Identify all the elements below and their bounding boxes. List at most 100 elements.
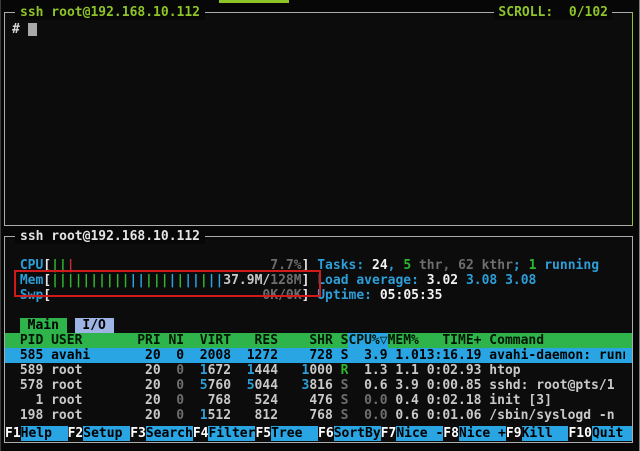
fkey-label: Help [21, 426, 68, 441]
fkey-f9-kill[interactable]: F9Kill [506, 426, 569, 441]
column-header-pid[interactable]: PID [12, 333, 43, 348]
text-segment: sshd: root@pts/1 [489, 378, 614, 393]
column-header-user[interactable]: USER [43, 333, 137, 348]
column-header-time[interactable]: TIME+ [419, 333, 482, 348]
text-segment: 0.6 [395, 408, 418, 423]
fkey-f10-quit[interactable]: F10Quit [568, 426, 632, 441]
tasks-line: Tasks: 24, 5 thr, 62 kthr; 1 running [317, 258, 599, 273]
text-segment: 0.6 [364, 378, 387, 393]
cell-ni: 0 [161, 363, 184, 378]
tab-io[interactable]: I/O [75, 318, 114, 333]
fkey-label: Setup [83, 426, 130, 441]
shell-prompt: # [12, 22, 20, 37]
tab-main[interactable]: Main [20, 318, 67, 333]
fkey-f1-help[interactable]: F1Help [5, 426, 68, 441]
fkey-number: F6 [318, 426, 334, 441]
fkey-f4-filter[interactable]: F4Filter [193, 426, 256, 441]
cell-ni: 0 [161, 408, 184, 423]
text-segment: 812 [255, 408, 278, 423]
text-segment: 589 [20, 363, 43, 378]
column-header-pri[interactable]: PRI [137, 333, 160, 348]
cell-shr: 3816 [278, 378, 333, 393]
text-segment: 3.02 [427, 273, 466, 288]
cell-user: root [43, 378, 137, 393]
text-segment: root [51, 408, 82, 423]
process-row-198[interactable]: 198root2001512812768S0.00.60:01.06/sbin/… [5, 408, 632, 423]
fkey-number: F2 [68, 426, 84, 441]
column-header-virt[interactable]: VIRT [184, 333, 231, 348]
cell-mem: 0.6 [388, 408, 419, 423]
fkey-f6-sortby[interactable]: F6SortBy [318, 426, 381, 441]
process-row-1[interactable]: 1root200768524476S0.00.40:02.18init [3] [5, 393, 632, 408]
column-header-ni[interactable]: NI [161, 333, 184, 348]
text-segment: 768 [309, 408, 332, 423]
text-segment: Uptime: [317, 288, 380, 303]
cell-res: 5044 [231, 378, 278, 393]
cell-pid: 578 [12, 378, 43, 393]
cell-command: /sbin/syslogd -n [481, 408, 625, 423]
fkey-f5-tree[interactable]: F5Tree [255, 426, 318, 441]
fkey-label: Tree [271, 426, 318, 441]
text-segment: 444 [255, 363, 278, 378]
cell-pid: 198 [12, 408, 43, 423]
process-row-585[interactable]: 585avahi20020081272728S3.91.013:16.19ava… [5, 348, 632, 363]
fkey-f2-setup[interactable]: F2Setup [68, 426, 131, 441]
cell-user: root [43, 393, 137, 408]
fkey-label: Nice + [459, 426, 506, 441]
cell-virt: 5760 [184, 378, 231, 393]
column-header-shr[interactable]: SHR [278, 333, 333, 348]
cell-command: htop [481, 363, 625, 378]
fkey-label: Filter [208, 426, 255, 441]
text-segment: 24 [372, 258, 388, 273]
text-segment: 0.0 [364, 408, 387, 423]
process-row-578[interactable]: 578root200576050443816S0.63.90:00.85sshd… [5, 378, 632, 393]
cell-time: 13:16.19 [419, 348, 482, 363]
column-header-command[interactable]: Command [481, 333, 625, 348]
cell-shr: 476 [278, 393, 333, 408]
column-header-cpu[interactable]: CPU%▽ [348, 333, 387, 348]
text-segment: 20 [145, 348, 161, 363]
top-terminal-pane: ssh root@192.168.10.112 SCROLL: 0/102 # [4, 12, 633, 226]
cell-pri: 20 [137, 378, 160, 393]
text-segment: 0 [176, 363, 184, 378]
text-segment: 524 [255, 393, 278, 408]
cell-s: S [333, 348, 349, 363]
fkey-number: F5 [255, 426, 271, 441]
fkey-label: Nice - [396, 426, 443, 441]
fkey-label: Search [146, 426, 193, 441]
column-header-res[interactable]: RES [231, 333, 278, 348]
cell-cpu: 0.6 [348, 378, 387, 393]
fkey-number: F9 [506, 426, 522, 441]
cell-ni: 0 [161, 348, 184, 363]
text-segment: 1 [35, 393, 43, 408]
cell-res: 1272 [231, 348, 278, 363]
text-segment: 2008 [200, 348, 231, 363]
cell-cpu: 0.0 [348, 408, 387, 423]
column-header-s[interactable]: S [333, 333, 349, 348]
fkey-f8-nice[interactable]: F8Nice + [443, 426, 506, 441]
text-segment: 0:02.93 [427, 363, 482, 378]
process-row-589[interactable]: 589root200167214441000R1.31.10:02.93htop [5, 363, 632, 378]
cell-s: R [333, 363, 349, 378]
fkey-number: F8 [443, 426, 459, 441]
text-segment: R [341, 363, 349, 378]
terminal-cursor [28, 23, 37, 36]
text-segment: 0.0 [364, 393, 387, 408]
fkey-label: Quit [592, 426, 632, 441]
text-segment: avahi-daemon: running [489, 348, 625, 363]
cell-time: 0:00.85 [419, 378, 482, 393]
text-segment: 5 [247, 378, 255, 393]
shell-prompt-line[interactable]: # [5, 22, 632, 37]
text-segment: 672 [208, 363, 231, 378]
cell-s: S [333, 408, 349, 423]
fkey-f3-search[interactable]: F3Search [130, 426, 193, 441]
cell-shr: 728 [278, 348, 333, 363]
fkey-f7-nice[interactable]: F7Nice - [381, 426, 444, 441]
terminal-screen: ssh root@192.168.10.112 SCROLL: 0/102 # … [0, 0, 640, 451]
text-segment: 198 [20, 408, 43, 423]
cell-pid: 589 [12, 363, 43, 378]
column-header-mem[interactable]: MEM% [388, 333, 419, 348]
cell-mem: 1.1 [388, 363, 419, 378]
text-segment: 1 [200, 408, 208, 423]
cell-cpu: 1.3 [348, 363, 387, 378]
